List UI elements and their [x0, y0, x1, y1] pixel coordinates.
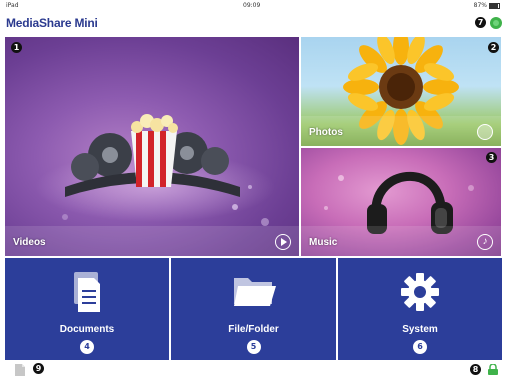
documents-tile[interactable]: Documents 4: [5, 258, 169, 360]
gear-icon: [401, 273, 439, 311]
status-carrier: iPad: [6, 2, 19, 9]
documents-label: Documents: [59, 324, 115, 335]
music-note-icon[interactable]: ♪: [477, 234, 493, 250]
videos-tile[interactable]: Videos: [5, 37, 299, 256]
callout-8: 8: [470, 364, 481, 375]
status-battery: 87%: [474, 2, 500, 9]
status-bar: iPad 09:09 87%: [0, 0, 506, 12]
app-title: MediaShare Mini: [6, 16, 98, 30]
app-header: MediaShare Mini: [0, 12, 506, 36]
documents-icon: [74, 272, 100, 312]
music-tile[interactable]: Music ♪: [301, 148, 501, 256]
status-time: 09:09: [243, 2, 261, 9]
system-tile[interactable]: System 6: [338, 258, 502, 360]
file-folder-tile[interactable]: File/Folder 5: [171, 258, 336, 360]
document-icon[interactable]: [14, 364, 26, 376]
callout-5: 5: [246, 340, 261, 354]
callout-3: 3: [486, 152, 497, 163]
photo-circle-icon[interactable]: [477, 124, 493, 140]
folder-icon: [233, 278, 276, 306]
videos-label: Videos: [13, 237, 46, 248]
callout-6: 6: [413, 340, 427, 354]
system-label: System: [402, 324, 438, 335]
callout-1: 1: [11, 42, 22, 53]
callout-2: 2: [488, 42, 499, 53]
connected-device-icon[interactable]: [487, 364, 499, 376]
callout-9: 9: [33, 363, 44, 374]
file-folder-label: File/Folder: [228, 324, 279, 335]
photos-label: Photos: [309, 127, 343, 138]
music-label: Music: [309, 237, 338, 248]
videos-label-band: [5, 226, 299, 256]
connection-status-icon[interactable]: [490, 17, 502, 29]
play-circle-icon[interactable]: [275, 234, 291, 250]
battery-icon: [489, 2, 500, 9]
bottom-bar: [0, 360, 506, 379]
battery-percent: 87%: [473, 2, 487, 9]
callout-7: 7: [475, 17, 486, 28]
callout-4: 4: [80, 340, 94, 354]
photos-tile[interactable]: Photos: [301, 37, 501, 146]
film-popcorn-illustration: [35, 114, 275, 226]
